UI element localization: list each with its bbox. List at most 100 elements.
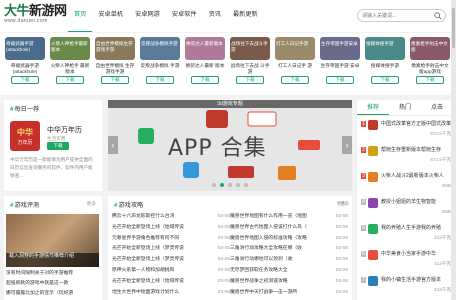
app-name: 反叛战争模拟 手游 [140, 63, 180, 68]
nav-item-android-single[interactable]: 安卓单机 [92, 0, 129, 32]
news-item[interactable]: 原神火系第一人物和加胡桃和 03-05 [112, 266, 230, 277]
news-item[interactable]: 魔兽世界中天打战争一击一游所 03-05 [230, 288, 348, 299]
app-icon: 换装达人最新版本 [185, 37, 225, 60]
download-button[interactable]: 下载 [146, 76, 174, 84]
page-scrollbar[interactable] [451, 0, 456, 300]
carousel-next-icon[interactable]: › [342, 136, 352, 154]
carousel-dot[interactable] [228, 183, 232, 187]
carousel-prev-icon[interactable]: ‹ [108, 136, 118, 154]
carousel-title: 3d游戏专题 [108, 100, 352, 108]
app-card[interactable]: 战场往下去战斗手游 战场往下去战 斗手游 下载 [230, 37, 270, 95]
news-item[interactable]: 魔兽世界古代地图入侵该打什么鸟（ 03-05 [230, 223, 348, 234]
download-button[interactable]: 下载 [11, 76, 39, 84]
app-card[interactable]: 生存帝国手游安卓 生存帝国手游 安卓 下载 [320, 37, 360, 95]
download-button[interactable]: 下载 [326, 76, 354, 84]
download-button[interactable]: 下载 [56, 76, 84, 84]
news-item[interactable]: 三角洲行动哪地可以领到（收 03-05 [230, 255, 348, 266]
site-logo[interactable]: 大牛新游网 www.danuer.com [4, 4, 67, 26]
featured-app-strip: 奇峻武器手游(attackhole) 奇峻武器手游 (attackhole) 下… [0, 33, 456, 95]
app-card[interactable]: 反叛战争模拟手游 反叛战争模拟 手游 下载 [140, 37, 180, 95]
app-card[interactable]: 火柴人神枪手最新版本 火柴人神枪手 最新版本 下载 [50, 37, 90, 95]
news-item[interactable]: 光芒开始全新登场上线（地域传说 03-05 [112, 277, 230, 288]
app-icon [368, 120, 378, 130]
ranking-item[interactable]: 4 教授小姐姐的羊生物智能 3MB [361, 198, 451, 224]
news-item[interactable]: 腾云十六声龙影斯控什么台湾 03-05 [112, 212, 230, 223]
tab-clicks[interactable]: 点击 [421, 100, 453, 115]
download-button[interactable]: 下载 [101, 76, 129, 84]
carousel-dots [108, 183, 352, 187]
tab-recommend[interactable]: 推荐 [357, 100, 389, 115]
app-icon: 战场往下去战斗手游 [230, 37, 270, 60]
app-icon: 像素枪手射击中文版 [410, 37, 450, 60]
carousel-dot[interactable] [212, 183, 216, 187]
app-card[interactable]: 换装达人最新版本 换装达人最新 版本 下载 [185, 37, 225, 95]
review-image[interactable]: 载入洞穿的手游情节推荐介绍 [6, 214, 99, 267]
ranking-item[interactable]: 7 我的小镇生活手游官方版本 413千克 [361, 276, 451, 300]
search-icon[interactable] [434, 12, 442, 20]
banner-carousel[interactable]: 3d游戏专题 APP 合集 ‹ › [108, 100, 352, 191]
nav-item-news[interactable]: 资讯 [203, 0, 227, 32]
app-icon: 搜媒体搜手游 [365, 37, 405, 60]
more-link-right[interactable]: 更多 [340, 201, 349, 207]
app-name: 生存帝国手游 安卓 [320, 63, 360, 68]
daily-app-image[interactable]: 中华 万年历 [10, 121, 40, 151]
section-title: #游戏攻略 [114, 202, 144, 209]
carousel-main-text: APP 合集 [168, 136, 267, 161]
carousel-dot[interactable] [220, 183, 224, 187]
search-input[interactable] [362, 10, 432, 21]
ranking-item[interactable]: 1 中国式改革官方正版中国式改革 672.5千克 [361, 120, 451, 146]
daily-app-name[interactable]: 中华万年历 [47, 125, 82, 135]
app-icon [368, 276, 378, 286]
app-name: 换装达人最新 版本 [185, 63, 225, 68]
app-icon: 自由世界模拟生存游戏手游 [95, 37, 135, 60]
more-link[interactable]: 更多 [87, 201, 96, 207]
nav-item-android-online[interactable]: 安卓网游 [129, 0, 166, 32]
scrollbar-thumb[interactable] [452, 8, 455, 48]
news-item[interactable]: 无尽梦回获取任务攻略大全 03-05 [230, 266, 348, 277]
ranking-item[interactable]: 5 我的养殖人生手游我的养殖 413千克 [361, 224, 451, 250]
news-item[interactable]: 光芒开始全新登场上线（梦灵传说 03-05 [112, 255, 230, 266]
app-card[interactable]: 搜媒体搜手游 搜媒体搜手游 下载 [365, 37, 405, 95]
daily-recommend-panel: #每日一荐 中华 万年历 中华万年历 生活实用 下载 中华万年历是一款能够为用户… [4, 100, 102, 191]
main-nav: 首页 安卓单机 安卓网游 安卓软件 资讯 最新更新 [68, 0, 264, 32]
app-icon: 奇峻武器手游(attackhole) [5, 37, 45, 60]
app-name: 火柴人神枪手 最新版本 [50, 63, 90, 74]
app-icon [368, 224, 378, 234]
ranking-item[interactable]: 6 中华美食小当家手游中华 413千克 [361, 250, 451, 276]
app-card[interactable]: 打工人日记手游 打工人日记手 游 下载 [275, 37, 315, 95]
carousel-dot[interactable] [236, 183, 240, 187]
download-button[interactable]: 下载 [416, 76, 444, 84]
news-item[interactable]: 光芒开始全新登场上线（梦灵传说 03-05 [112, 244, 230, 255]
app-card[interactable]: 像素枪手射击中文版 像素枪手射击中文 版app游戏 (mojiker.file)… [410, 37, 450, 95]
section-title: #每日一荐 [10, 106, 40, 113]
nav-item-latest[interactable]: 最新更新 [227, 0, 264, 32]
list-item[interactable]: 娜可露露比加之的宣示（玩好游 [6, 289, 100, 299]
carousel-dot[interactable] [244, 183, 248, 187]
news-item[interactable]: 地生大世界中地面游戏计划什么 03-05 [112, 288, 230, 299]
news-item[interactable]: 魔兽世界战争之初测速攻略 03-05 [230, 277, 348, 288]
app-icon: 反叛战争模拟手游 [140, 37, 180, 60]
tab-hot[interactable]: 热门 [389, 100, 421, 115]
news-item[interactable]: 光芒开始全新登场上线（地域传说 03-05 [112, 223, 230, 234]
app-name: 自由世界模拟 生存游戏手游 [95, 63, 135, 74]
download-button[interactable]: 下载 [191, 76, 219, 84]
list-item[interactable]: 超强新款的游戏中就是这一款 [6, 279, 100, 289]
nav-item-home[interactable]: 首页 [68, 0, 93, 32]
ranking-item[interactable]: 2 帮她生存重新版本帮她生存 672.5千克 [361, 146, 451, 172]
news-item[interactable]: 三角洲行动攻略大全攻略在哪（收 03-05 [230, 244, 348, 255]
ranking-panel: 推荐 热门 点击 1 中国式改革官方正版中国式改革 672.5千克 2 帮她生存重新版… [357, 100, 453, 300]
download-button[interactable]: 下载 [236, 76, 264, 84]
app-card[interactable]: 自由世界模拟生存游戏手游 自由世界模拟 生存游戏手游 下载 [95, 37, 135, 95]
news-item[interactable]: 魔兽世界地图有什么作用一览（地图 03-05 [230, 212, 348, 223]
ranking-item[interactable]: 3 火柴人战斗2最新版本火柴人 3MB [361, 172, 451, 198]
app-icon: 火柴人神枪手最新版本 [50, 37, 90, 60]
news-item[interactable]: 元尊星界手游角色推荐有何不同 03-05 [112, 234, 230, 245]
nav-item-android-software[interactable]: 安卓软件 [166, 0, 203, 32]
app-card[interactable]: 奇峻武器手游(attackhole) 奇峻武器手游 (attackhole) 下… [5, 37, 45, 95]
list-item[interactable]: 没有时间限制关于对的手游推荐 [6, 269, 100, 279]
download-button[interactable]: 下载 [281, 76, 309, 84]
daily-download-button[interactable]: 下载 [47, 142, 69, 150]
download-button[interactable]: 下载 [371, 76, 399, 84]
news-item[interactable]: 魔兽世界地图入侵的标准攻略（攻略 03-05 [230, 234, 348, 245]
page: 大牛新游网 www.danuer.com 首页 安卓单机 安卓网游 安卓软件 资… [0, 0, 456, 300]
